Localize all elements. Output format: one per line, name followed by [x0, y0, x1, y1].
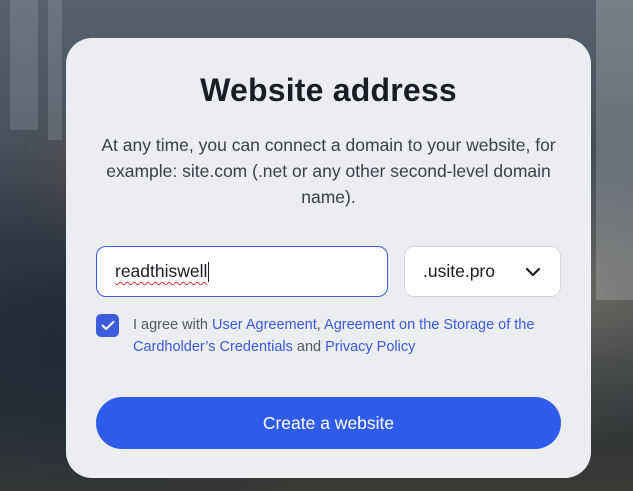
agreement-text: I agree with User Agreement, Agreement o…	[133, 314, 566, 358]
checkmark-icon	[101, 320, 114, 330]
agree-comma: ,	[316, 317, 325, 333]
background-window	[596, 0, 633, 300]
agree-checkbox[interactable]	[96, 314, 119, 337]
domain-zone-value: .usite.pro	[423, 261, 495, 281]
create-website-button[interactable]: Create a website	[96, 397, 561, 449]
dialog-title: Website address	[200, 72, 457, 108]
agreement-row: I agree with User Agreement, Agreement o…	[96, 314, 566, 358]
background-window	[10, 0, 38, 130]
chevron-down-icon	[524, 263, 542, 281]
privacy-policy-link[interactable]: Privacy Policy	[325, 339, 415, 355]
agree-and: and	[292, 339, 326, 355]
user-agreement-link[interactable]: User Agreement	[212, 317, 317, 333]
domain-name-input[interactable]: readthiswell	[96, 246, 388, 297]
website-address-dialog: Website address At any time, you can con…	[66, 38, 591, 478]
background-window	[48, 0, 62, 140]
text-caret	[208, 261, 210, 282]
dialog-description: At any time, you can connect a domain to…	[101, 135, 556, 207]
agree-prefix: I agree with	[133, 317, 212, 333]
domain-zone-select[interactable]: .usite.pro	[404, 246, 561, 297]
domain-name-value: readthiswell	[115, 261, 208, 281]
